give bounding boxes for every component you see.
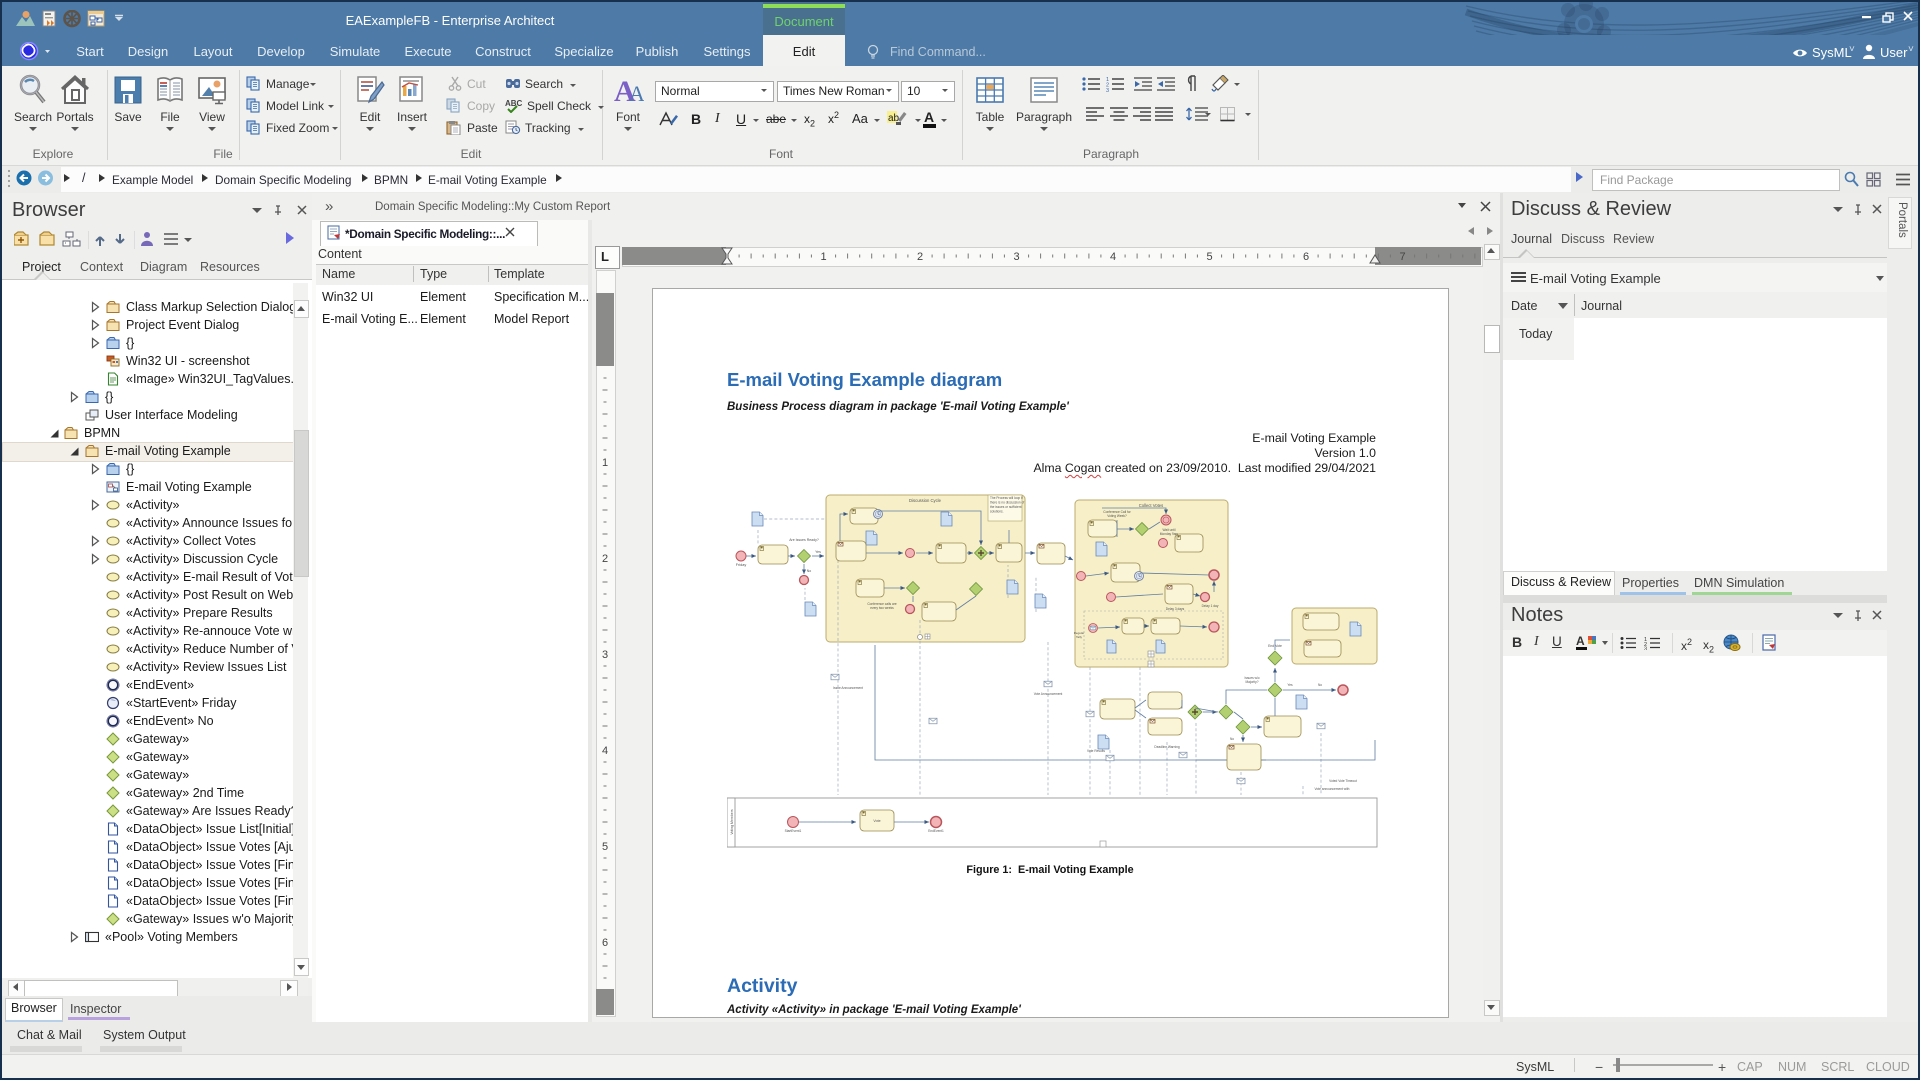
svg-text:Vote: Vote	[873, 819, 880, 823]
svg-text:No: No	[1230, 737, 1234, 741]
svg-text:Majority?: Majority?	[1246, 680, 1259, 684]
svg-text:1: 1	[820, 251, 826, 263]
svg-text:6: 6	[1303, 251, 1309, 263]
svg-text:EndEvent1: EndEvent1	[928, 829, 944, 833]
svg-text:the issues or sufficient: the issues or sufficient	[990, 505, 1022, 509]
svg-text:StartEvent1: StartEvent1	[785, 829, 802, 833]
svg-text:2: 2	[917, 251, 923, 263]
svg-text:No: No	[807, 569, 812, 573]
svg-text:solutions.: solutions.	[990, 510, 1004, 514]
svg-text:Voting Members: Voting Members	[730, 809, 734, 835]
svg-text:A: A	[629, 81, 644, 106]
svg-text:Voted Vote Timeout: Voted Vote Timeout	[1329, 779, 1357, 783]
svg-text:every two weeks: every two weeks	[870, 606, 894, 610]
svg-text:4: 4	[602, 745, 608, 757]
svg-text:Tally: Tally	[1076, 635, 1083, 639]
svg-text:5: 5	[602, 841, 608, 853]
svg-text:3: 3	[1106, 88, 1109, 92]
svg-text:Vote announcement with: Vote announcement with	[1315, 787, 1350, 791]
svg-text:Discussion Cycle: Discussion Cycle	[909, 498, 942, 503]
svg-text:Delay 1 day: Delay 1 day	[1202, 604, 1219, 608]
svg-text:Vote Results: Vote Results	[1087, 749, 1105, 753]
svg-text:3: 3	[602, 649, 608, 661]
svg-text:Delay 3 days: Delay 3 days	[1166, 607, 1185, 611]
svg-text:3: 3	[1013, 251, 1019, 263]
svg-text:Yes: Yes	[815, 550, 821, 554]
svg-text:Issue Announcement: Issue Announcement	[833, 686, 863, 690]
svg-text:Monday 9am: Monday 9am	[1160, 532, 1179, 536]
svg-text:there is no discussion of: there is no discussion of	[990, 501, 1024, 505]
svg-text:5: 5	[1206, 251, 1212, 263]
svg-text:ABC: ABC	[505, 99, 522, 108]
svg-text:Voting Week?: Voting Week?	[1107, 514, 1127, 518]
svg-text:4: 4	[1110, 251, 1116, 263]
svg-text:Yes: Yes	[1287, 683, 1293, 687]
svg-text:Collect Votes: Collect Votes	[1139, 503, 1163, 508]
svg-text:3: 3	[1644, 647, 1647, 651]
svg-text:6: 6	[602, 937, 608, 949]
svg-text:End Vote: End Vote	[1268, 644, 1282, 648]
svg-text:Are Issues Ready?: Are Issues Ready?	[789, 538, 819, 542]
svg-text:2: 2	[602, 553, 608, 565]
svg-text:Friday: Friday	[736, 563, 747, 567]
svg-text:7: 7	[1399, 251, 1405, 263]
svg-text:The Process will loop if: The Process will loop if	[990, 496, 1023, 500]
svg-text:No: No	[1318, 683, 1322, 687]
svg-text:A: A	[1576, 634, 1585, 648]
svg-text:Deadline Warning: Deadline Warning	[1154, 745, 1179, 749]
svg-text:1: 1	[602, 457, 608, 469]
svg-text:Vote Announcement: Vote Announcement	[1034, 692, 1063, 696]
